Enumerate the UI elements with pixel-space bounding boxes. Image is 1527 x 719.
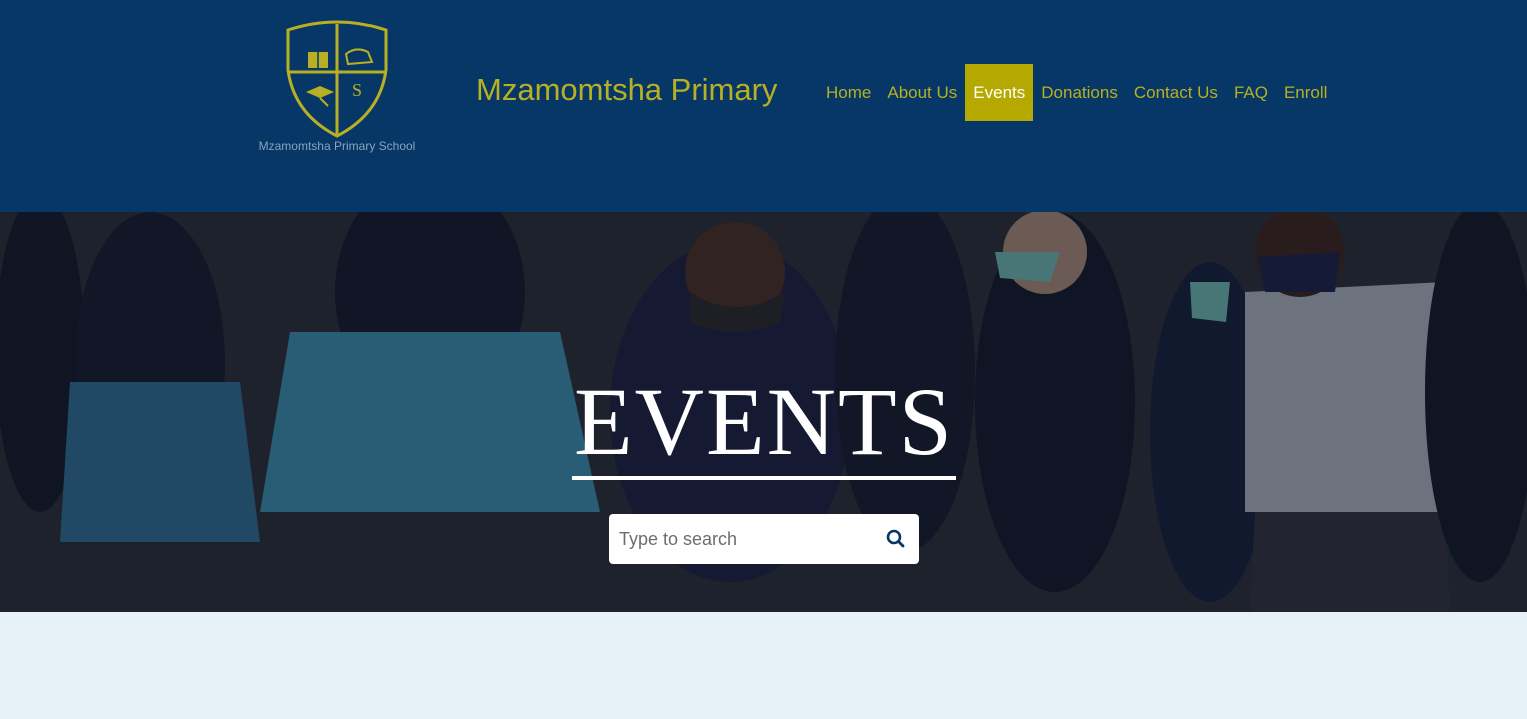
nav-home[interactable]: Home — [818, 64, 879, 121]
nav-enroll[interactable]: Enroll — [1276, 64, 1335, 121]
nav-contact-us[interactable]: Contact Us — [1126, 64, 1226, 121]
title-underline — [572, 476, 956, 480]
nav-donations[interactable]: Donations — [1033, 64, 1126, 121]
content-area — [0, 612, 1527, 719]
shield-crest-icon: S — [286, 20, 388, 138]
search-icon — [886, 529, 905, 548]
main-nav: Home About Us Events Donations Contact U… — [818, 64, 1335, 121]
site-header: S Mzamomtsha Primary School Mzamomtsha P… — [0, 0, 1527, 212]
hero-title: EVENTS — [574, 368, 954, 475]
search-box — [609, 514, 919, 564]
nav-faq[interactable]: FAQ — [1226, 64, 1276, 121]
logo-caption: Mzamomtsha Primary School — [258, 139, 416, 153]
site-title[interactable]: Mzamomtsha Primary — [476, 72, 777, 108]
hero-banner: EVENTS — [0, 212, 1527, 612]
school-logo[interactable]: S Mzamomtsha Primary School — [248, 20, 426, 160]
search-button[interactable] — [881, 524, 911, 554]
nav-events[interactable]: Events — [965, 64, 1034, 121]
nav-about-us[interactable]: About Us — [879, 64, 965, 121]
svg-text:S: S — [352, 80, 362, 100]
search-input[interactable] — [609, 514, 869, 564]
